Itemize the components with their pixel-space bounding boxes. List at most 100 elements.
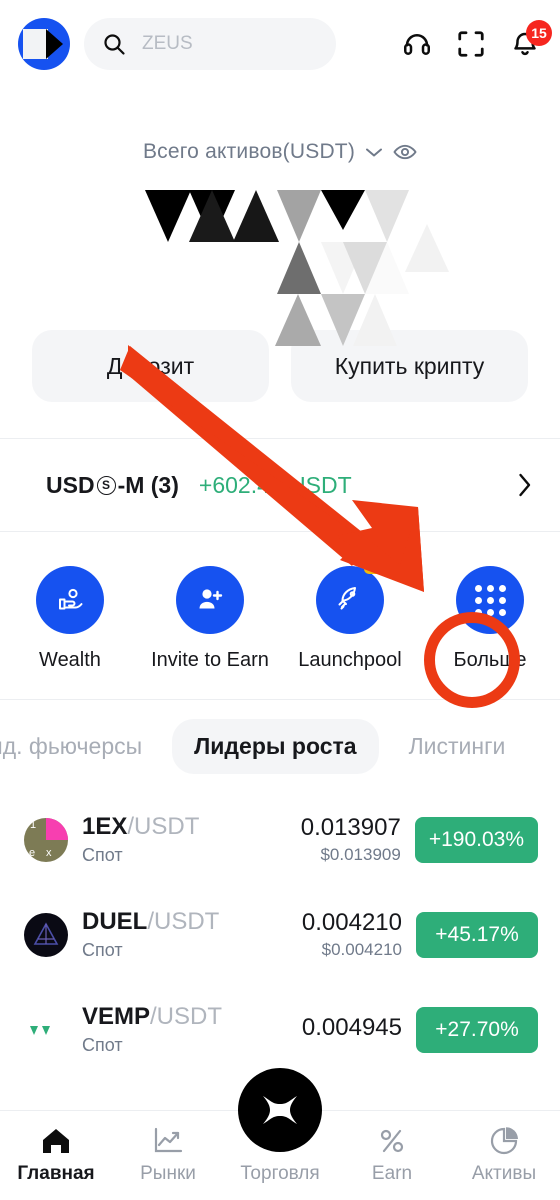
invite-icon-circle[interactable] xyxy=(176,566,244,634)
search-bar[interactable] xyxy=(84,18,336,70)
quick-action-wealth[interactable]: Wealth xyxy=(0,566,140,673)
skeleton-triangle xyxy=(365,190,409,242)
coin-info: 1EX/USDT Спот xyxy=(82,813,199,866)
quick-actions: Wealth Invite to Earn NEW Launchpool Бол… xyxy=(0,532,560,699)
app-root: 15 Всего активов(USDT) Депозит Купить кр… xyxy=(0,0,560,1200)
eye-icon[interactable] xyxy=(393,144,417,160)
table-row[interactable]: 1 e x 1EX/USDT Спот 0.013907 $0.013909 +… xyxy=(0,792,560,887)
balance-loading-skeleton xyxy=(145,190,449,346)
coin-pair: DUEL/USDT xyxy=(82,908,219,936)
invite-user-icon xyxy=(199,589,223,609)
coin-list: 1 e x 1EX/USDT Спот 0.013907 $0.013909 +… xyxy=(0,792,560,1077)
support-headset-icon[interactable] xyxy=(402,29,432,59)
coin-info: VEMP/USDT Спот xyxy=(82,1003,222,1056)
coin-usd-price: $0.013909 xyxy=(320,845,401,864)
percent-icon xyxy=(380,1129,404,1153)
chevron-right-icon[interactable] xyxy=(518,473,532,497)
pie-chart-icon xyxy=(490,1127,518,1155)
exchange-logo[interactable] xyxy=(18,18,70,70)
futures-name-prefix: USD xyxy=(46,471,95,498)
trade-x-icon xyxy=(263,1096,297,1124)
coin-market-type: Спот xyxy=(82,1035,123,1055)
market-tabs: нд. фьючерсы Лидеры роста Листинги xyxy=(0,700,560,792)
skeleton-triangle xyxy=(321,190,365,230)
coin-pair: 1EX/USDT xyxy=(82,813,199,841)
coin-pair: VEMP/USDT xyxy=(82,1003,222,1031)
wealth-icon-circle[interactable] xyxy=(36,566,104,634)
nav-item-markets[interactable]: Рынки xyxy=(112,1126,224,1185)
rocket-icon xyxy=(338,587,356,610)
notification-badge: 15 xyxy=(526,20,552,46)
nav-item-earn[interactable]: Earn xyxy=(336,1126,448,1185)
header-actions: 15 xyxy=(402,20,552,59)
quick-action-more[interactable]: Больше xyxy=(420,566,560,673)
scan-qr-icon[interactable] xyxy=(456,29,486,59)
coin-info: DUEL/USDT Спот xyxy=(82,908,219,961)
search-input[interactable] xyxy=(142,33,318,55)
nav-item-assets[interactable]: Активы xyxy=(448,1126,560,1185)
coin-market-type: Спот xyxy=(82,940,123,960)
nav-label: Торговля xyxy=(240,1163,320,1184)
coin-base: 1EX xyxy=(82,813,128,840)
quick-action-invite-to-earn[interactable]: Invite to Earn xyxy=(140,566,280,673)
nav-item-home[interactable]: Главная xyxy=(0,1126,112,1185)
new-badge: NEW xyxy=(363,556,406,574)
coin-metrics: 0.004945 +27.70% xyxy=(302,1006,538,1053)
coin-base: VEMP xyxy=(82,1003,151,1030)
coin-price: 0.013907 xyxy=(300,814,401,841)
skeleton-triangle xyxy=(353,294,397,346)
table-row[interactable]: DUEL/USDT Спот 0.004210 $0.004210 +45.17… xyxy=(0,887,560,982)
status-badge: +27.70% xyxy=(416,1006,538,1053)
nav-label: Активы xyxy=(471,1163,537,1184)
top-header: 15 xyxy=(0,0,560,88)
quick-action-launchpool[interactable]: NEW Launchpool xyxy=(280,556,420,673)
launchpool-icon-circle[interactable]: NEW xyxy=(316,556,406,634)
tab-top-gainers[interactable]: Лидеры роста xyxy=(172,718,379,774)
coin-vemp-icon xyxy=(24,1007,68,1052)
hand-coin-icon xyxy=(59,588,83,610)
coin-price-group: 0.004945 xyxy=(302,1014,402,1045)
coin-base: DUEL xyxy=(82,908,148,935)
nav-label: Earn xyxy=(371,1163,413,1184)
chevron-down-icon[interactable] xyxy=(365,147,383,158)
duel-glyph xyxy=(33,921,59,945)
coin-price-group: 0.004210 $0.004210 xyxy=(302,909,402,960)
balance-section: Всего активов(USDT) xyxy=(0,88,560,346)
coin-metrics: 0.013907 $0.013909 +190.03% xyxy=(301,814,538,865)
coin-price: 0.004945 xyxy=(301,1014,402,1041)
search-icon xyxy=(104,34,125,55)
nav-label: Рынки xyxy=(140,1163,196,1184)
skeleton-triangle xyxy=(277,242,321,294)
home-icon xyxy=(43,1129,69,1153)
total-assets-selector[interactable]: Всего активов(USDT) xyxy=(143,140,417,164)
trade-fab[interactable] xyxy=(238,1068,322,1152)
vemp-glyph xyxy=(30,1025,50,1035)
tab-listings[interactable]: Листинги xyxy=(387,719,528,774)
skeleton-triangle xyxy=(145,190,191,242)
logo-triangle xyxy=(46,29,63,59)
skeleton-triangle xyxy=(233,190,279,242)
chart-line-icon xyxy=(154,1127,183,1153)
coin-market-type: Спот xyxy=(82,845,123,865)
futures-summary-row[interactable]: USD S -M (3) +602.44 USDT xyxy=(0,439,560,531)
skeleton-triangle xyxy=(189,190,235,242)
table-row[interactable]: VEMP/USDT Спот 0.004945 +27.70% xyxy=(0,982,560,1077)
deposit-button[interactable]: Депозит xyxy=(32,330,269,402)
notification-wrap[interactable]: 15 xyxy=(510,20,552,59)
futures-name-suffix: -M (3) xyxy=(117,471,179,498)
quick-action-label: Launchpool xyxy=(298,649,402,671)
nav-label: Главная xyxy=(17,1163,95,1184)
futures-account-name: USD S -M (3) xyxy=(46,472,179,499)
tab-perpetual-futures[interactable]: нд. фьючерсы xyxy=(0,719,164,774)
grid-dots-icon xyxy=(474,584,506,616)
skeleton-triangle xyxy=(277,190,321,242)
skeleton-triangle xyxy=(275,294,321,346)
quick-action-label: Больше xyxy=(453,649,527,671)
coin-price: 0.004210 xyxy=(301,909,402,936)
skeleton-triangle xyxy=(405,224,449,272)
coin-quote: /USDT xyxy=(150,1003,223,1030)
status-badge: +190.03% xyxy=(414,816,538,863)
more-icon-circle[interactable] xyxy=(456,566,524,634)
coin-duel-icon xyxy=(24,912,68,957)
logo-square xyxy=(23,29,48,59)
